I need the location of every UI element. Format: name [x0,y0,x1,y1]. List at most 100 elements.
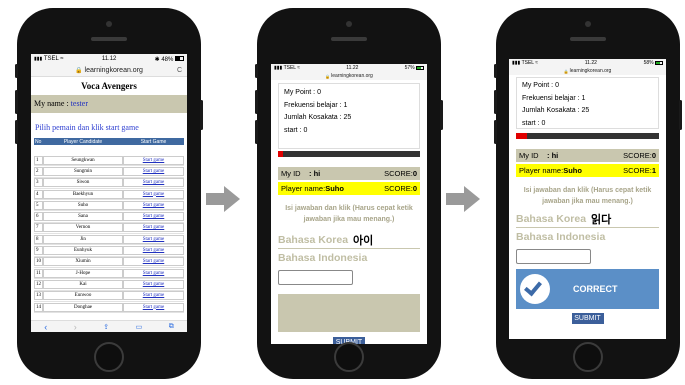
header-start: Start Game [140,138,167,145]
quiz-instruction: Isi jawaban dan klik (Harus cepat ketik … [285,205,413,223]
table-row: 5 Suho Start game [34,200,184,212]
row-number: 5 [34,200,43,210]
start-game-link[interactable]: Start game [123,268,184,278]
my-score-label: SCORE: [623,151,652,160]
row-number: 12 [34,279,43,289]
start-game-link[interactable]: Start game [123,257,184,267]
start-game-link[interactable]: Start game [123,166,184,176]
stats-panel: My Point : 0 Frekuensi belajar : 1 Jumla… [516,77,659,129]
url-text: learningkorean.org [569,68,612,74]
back-icon[interactable]: ‹ [44,322,47,332]
table-row: 12 Kai Start game [34,279,184,291]
signal-icon: ▮▮▮ [274,65,283,71]
korea-label: Bahasa Korea [516,212,587,225]
volume-down-button [494,120,497,144]
my-score-value: 0 [412,169,417,178]
row-number: 13 [34,291,43,301]
battery-label: 58% [644,60,663,66]
row-player-name: J-Hope [43,268,123,278]
speaker-grille [91,37,127,41]
home-button[interactable] [334,342,364,372]
start-game-link[interactable]: Start game [123,189,184,199]
row-player-name: Sungmin [43,166,123,176]
phone-3-screen: ▮▮▮ TSEL ≈ 11.22 58% 🔒 learningkorean.or… [509,59,666,339]
camera-icon [585,21,591,27]
row-number: 6 [34,212,43,222]
korea-row: Bahasa Korea 아이 [278,231,420,249]
phone-2: ▮▮▮ TSEL ≈ 11.22 57% 🔒 learningkorean.or… [255,8,443,379]
url-text: learningkorean.org [331,73,373,79]
row-player-name: Eunwoo [43,291,123,301]
row-number: 8 [34,234,43,244]
start-game-link[interactable]: Start game [123,302,184,312]
home-button[interactable] [573,342,603,372]
myid-value: : hi [547,151,559,160]
volume-up-button [494,90,497,114]
address-bar[interactable]: 🔒 learningkorean.org [509,67,666,75]
address-bar[interactable]: 🔒 learningkorean.org [271,72,427,80]
power-button [200,100,203,130]
address-bar[interactable]: 🔒 learningkorean.org C [31,64,187,77]
row-number: 11 [34,268,43,278]
camera-icon [106,21,112,27]
wifi-icon: ≈ [297,65,301,71]
start-game-link[interactable]: Start game [123,223,184,233]
battery-label: 57% [405,65,424,71]
myname-value[interactable]: tester [71,99,88,108]
row-number: 7 [34,223,43,233]
bluetooth-icon: ✱ [154,56,160,63]
stats-panel: My Point : 0 Frekuensi belajar : 1 Jumla… [278,83,420,149]
speaker-grille [570,37,606,41]
start-game-link[interactable]: Start game [123,246,184,256]
battery-icon [654,60,663,65]
table-header: No Player Candidate Start Game [34,138,184,145]
table-row: 6 Sana Start game [34,211,184,223]
row-player-name: Suho [43,200,123,210]
page-title: Voca Avengers [81,81,137,91]
carrier-label: ▮▮▮ TSEL ≈ [512,60,539,66]
row-number: 4 [34,189,43,199]
start-game-link[interactable]: Start game [123,291,184,301]
start-game-link[interactable]: Start game [123,279,184,289]
submit-button[interactable]: SUBMIT [571,313,604,324]
start-game-link[interactable]: Start game [123,234,184,244]
forward-icon[interactable]: › [74,322,77,332]
row-number: 1 [34,155,43,165]
battery-label: ✱ 48% [155,56,184,63]
share-icon[interactable]: ⇪ [103,323,109,331]
wifi-icon: ≈ [535,60,539,66]
player-bar: Player name: Suho SCORE: 1 [516,164,659,177]
speaker-grille [331,37,367,41]
wifi-icon: ≈ [60,56,64,62]
myname-bar: My name : tester [31,95,187,113]
start-game-link[interactable]: Start game [123,200,184,210]
power-button [440,100,443,130]
myid-label: My ID [519,151,539,160]
table-row: 7 Vernon Start game [34,223,184,235]
row-number: 10 [34,257,43,267]
start-game-link[interactable]: Start game [123,155,184,165]
answer-input[interactable] [278,270,353,285]
tabs-icon[interactable]: ⧉ [169,323,174,331]
reload-icon[interactable]: C [177,67,182,74]
timer-progress-bar [516,133,659,139]
start-game-link[interactable]: Start game [123,212,184,222]
table-row: 11 J-Hope Start game [34,268,184,280]
mute-switch [15,64,18,78]
korea-label: Bahasa Korea [278,233,349,246]
my-point: My Point : 0 [284,89,321,96]
status-bar: ▮▮▮ TSEL ≈ 11.12 ✱ 48% [31,54,187,64]
start-game-link[interactable]: Start game [123,178,184,188]
player-score-label: SCORE: [384,184,413,193]
safari-toolbar: ‹ › ⇪ ▭ ⧉ [31,320,187,332]
carrier-label: ▮▮▮ TSEL ≈ [274,65,301,71]
lock-icon: 🔒 [325,73,331,79]
jumlah-kosakata: Jumlah Kosakata : 25 [284,114,352,121]
bookmarks-icon[interactable]: ▭ [136,323,143,331]
myid-value: : hi [309,169,321,178]
answer-input[interactable] [516,249,591,264]
home-button[interactable] [94,342,124,372]
table-row: 14 Donghae Start game [34,302,184,314]
row-player-name: Siwon [43,178,123,188]
volume-down-button [15,120,18,144]
